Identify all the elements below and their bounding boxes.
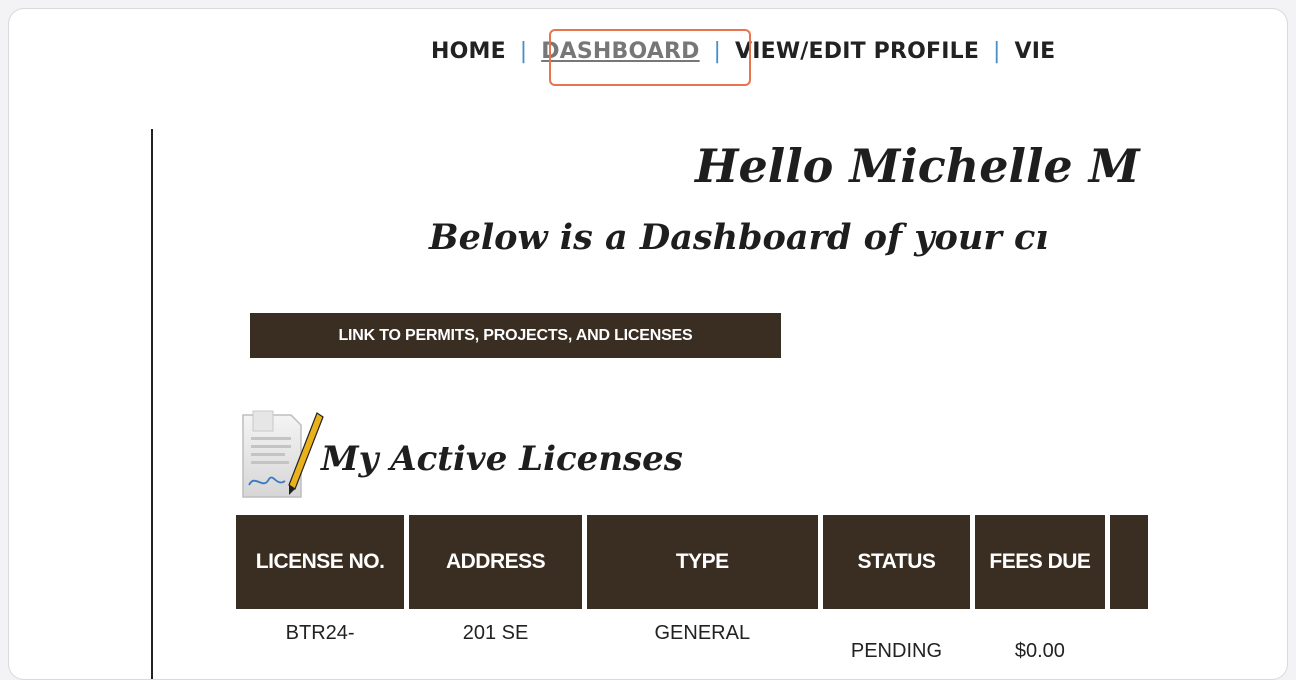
fees-due-value: $0.00 [1014,640,1065,662]
nav-separator: | [992,39,1001,64]
dashboard-subheading: Below is a Dashboard of your cı [429,217,1049,258]
table-header-row: LICENSE NO. ADDRESS TYPE STATUS FEES DUE [236,515,1148,609]
dashboard-highlight-box [549,29,751,86]
column-header-status[interactable]: STATUS [822,515,971,609]
status-value: PENDING [850,640,942,662]
nav-home-link[interactable]: HOME [431,39,506,64]
license-document-pen-icon [242,410,324,498]
page-viewport: HOME | DASHBOARD | VIEW/EDIT PROFILE | V… [9,9,1153,679]
nav-separator: | [519,39,528,64]
status-cell: PENDING [823,609,970,666]
more-cell [1110,609,1148,666]
table-row: BTR24- 201 SE GENERAL PENDING $0.00 [236,609,1148,666]
column-header-license-no[interactable]: LICENSE NO. [236,515,405,609]
column-header-more [1109,515,1148,609]
greeting-heading: Hello Michelle M [695,139,1140,193]
nav-view-edit-profile-link[interactable]: VIEW/EDIT PROFILE [735,39,979,64]
nav-view-link[interactable]: VIE [1014,39,1055,64]
browser-frame: HOME | DASHBOARD | VIEW/EDIT PROFILE | V… [8,8,1288,680]
license-no-cell[interactable]: BTR24- [236,609,404,666]
licenses-table: LICENSE NO. ADDRESS TYPE STATUS FEES DUE… [231,515,1153,666]
type-cell: GENERAL [654,622,751,644]
column-header-address[interactable]: ADDRESS [409,515,582,609]
column-header-fees-due[interactable]: FEES DUE [975,515,1105,609]
permits-projects-licenses-button[interactable]: LINK TO PERMITS, PROJECTS, AND LICENSES [250,313,781,358]
column-header-type[interactable]: TYPE [586,515,818,609]
fees-due-cell: $0.00 [975,609,1104,666]
content-left-border [151,129,153,679]
address-cell: 201 SE [462,622,529,644]
active-licenses-title: My Active Licenses [321,439,683,479]
